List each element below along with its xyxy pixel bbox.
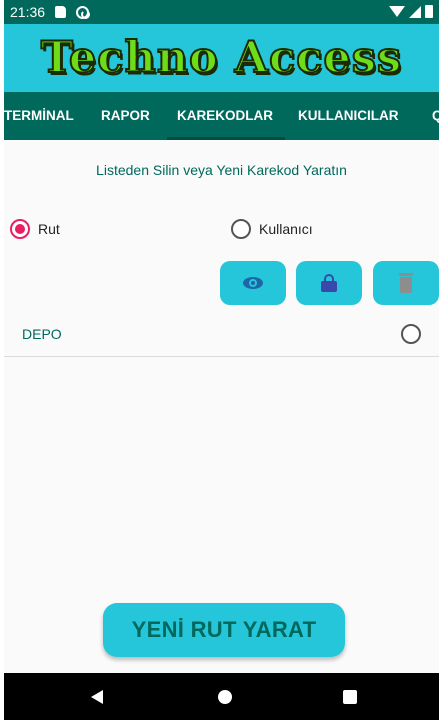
radio-option-rut[interactable]: Rut	[10, 219, 60, 239]
back-icon[interactable]	[91, 690, 103, 704]
tab-karekodlar[interactable]: KAREKODLAR	[177, 108, 273, 123]
status-bar: 21:36	[4, 0, 439, 24]
signal-icon	[409, 5, 421, 18]
instruction-text: Listeden Silin veya Yeni Karekod Yaratın	[96, 162, 347, 178]
tab-bar: TERMİNAL RAPOR KAREKODLAR KULLANICILAR Q	[4, 92, 439, 140]
list-item[interactable]: DEPO	[4, 310, 439, 357]
tab-kullanicilar[interactable]: KULLANICILAR	[298, 108, 399, 123]
tab-terminal[interactable]: TERMİNAL	[4, 108, 74, 123]
system-nav-bar	[4, 673, 439, 720]
lock-icon	[321, 274, 337, 292]
tab-overflow[interactable]: Q	[432, 108, 439, 123]
list-item-label: DEPO	[22, 326, 62, 342]
radio-label-kullanici: Kullanıcı	[259, 221, 313, 237]
eye-icon	[243, 277, 263, 289]
app-logo: Techno Access	[40, 32, 403, 84]
status-time: 21:36	[10, 4, 46, 20]
create-route-button[interactable]: YENİ RUT YARAT	[103, 603, 345, 657]
app-screen: 21:36 Techno Access TERMİNAL RAPOR KAREK…	[4, 0, 439, 720]
delete-button[interactable]	[373, 261, 439, 305]
lock-button[interactable]	[296, 261, 362, 305]
sd-card-icon	[55, 6, 67, 18]
tab-rapor[interactable]: RAPOR	[101, 108, 150, 123]
view-button[interactable]	[220, 261, 286, 305]
radio-button-checked[interactable]	[10, 219, 30, 239]
battery-icon	[425, 5, 433, 18]
radio-button[interactable]	[231, 219, 251, 239]
recent-apps-icon[interactable]	[343, 690, 357, 704]
sync-icon	[76, 5, 91, 19]
home-icon[interactable]	[218, 690, 232, 704]
list-item-radio[interactable]	[401, 324, 421, 344]
app-banner: Techno Access	[4, 24, 439, 92]
radio-option-kullanici[interactable]: Kullanıcı	[231, 219, 313, 239]
trash-icon	[398, 273, 414, 293]
selected-tab-indicator	[167, 137, 285, 140]
status-icons	[389, 5, 433, 18]
wifi-icon	[389, 6, 405, 17]
radio-label-rut: Rut	[38, 221, 60, 237]
